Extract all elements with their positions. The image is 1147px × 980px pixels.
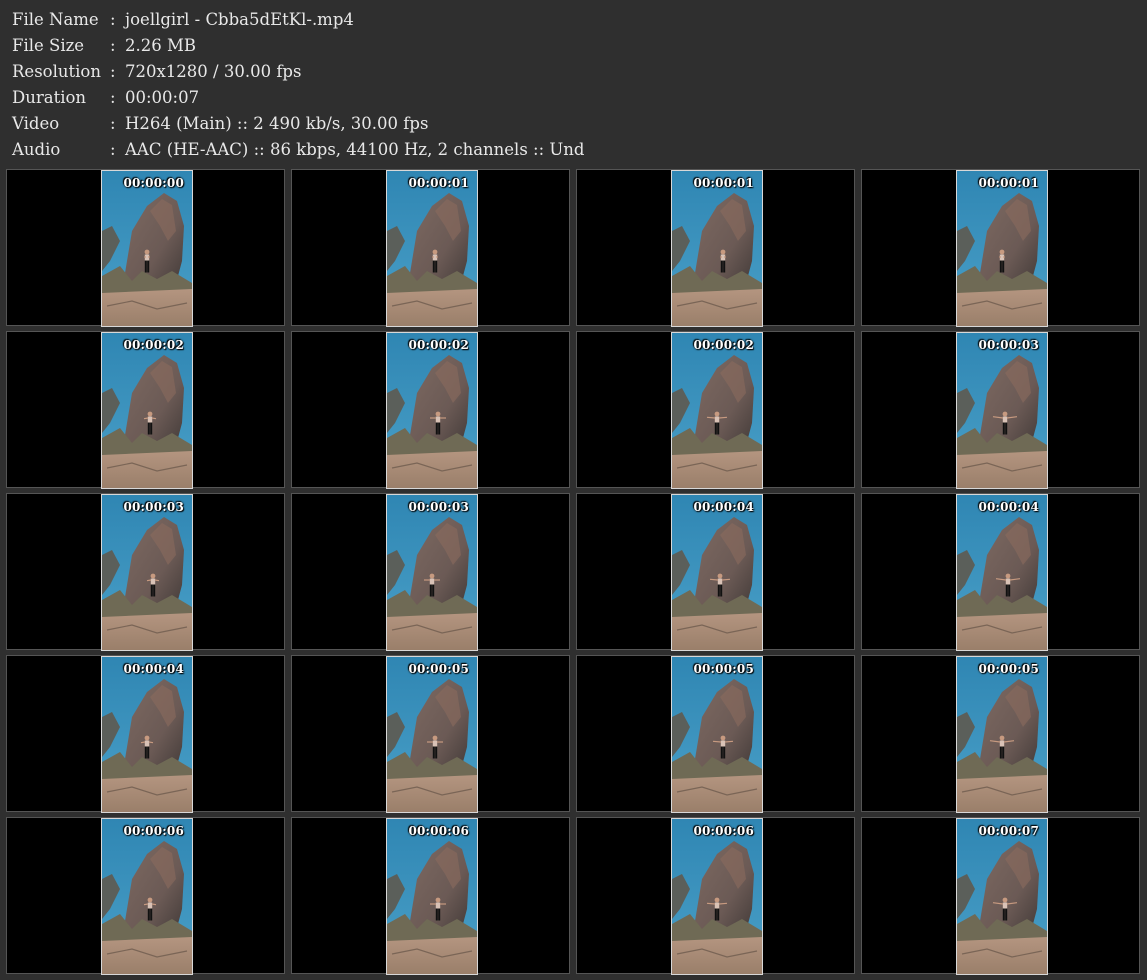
thumbnail-frame: 00:00:05 bbox=[956, 656, 1048, 813]
thumbnail-cell: 00:00:05 bbox=[576, 655, 855, 813]
video-frame-image bbox=[102, 819, 192, 974]
thumbnail-frame: 00:00:04 bbox=[671, 494, 763, 651]
video-frame-image bbox=[957, 171, 1047, 326]
thumbnail-frame: 00:00:06 bbox=[101, 818, 193, 975]
video-frame-image bbox=[387, 171, 477, 326]
video-frame-image bbox=[387, 657, 477, 812]
thumbnail-cell: 00:00:06 bbox=[576, 817, 855, 975]
thumbnail-frame: 00:00:02 bbox=[101, 332, 193, 489]
thumbnail-cell: 00:00:02 bbox=[576, 331, 855, 489]
frame-timestamp: 00:00:06 bbox=[123, 824, 184, 838]
thumbnail-cell: 00:00:04 bbox=[861, 493, 1140, 651]
video-frame-image bbox=[672, 495, 762, 650]
frame-timestamp: 00:00:05 bbox=[978, 662, 1039, 676]
thumbnail-cell: 00:00:06 bbox=[291, 817, 570, 975]
frame-timestamp: 00:00:00 bbox=[123, 176, 184, 190]
thumbnail-frame: 00:00:00 bbox=[101, 170, 193, 327]
thumbnail-cell: 00:00:03 bbox=[6, 493, 285, 651]
thumbnail-cell: 00:00:00 bbox=[6, 169, 285, 327]
thumbnail-frame: 00:00:04 bbox=[956, 494, 1048, 651]
frame-timestamp: 00:00:04 bbox=[978, 500, 1039, 514]
thumbnail-cell: 00:00:05 bbox=[861, 655, 1140, 813]
frame-timestamp: 00:00:05 bbox=[408, 662, 469, 676]
video-frame-image bbox=[672, 171, 762, 326]
frame-timestamp: 00:00:02 bbox=[408, 338, 469, 352]
video-frame-image bbox=[387, 333, 477, 488]
thumbnail-cell: 00:00:04 bbox=[576, 493, 855, 651]
frame-timestamp: 00:00:02 bbox=[123, 338, 184, 352]
frame-timestamp: 00:00:01 bbox=[978, 176, 1039, 190]
frame-timestamp: 00:00:03 bbox=[408, 500, 469, 514]
thumbnail-frame: 00:00:01 bbox=[386, 170, 478, 327]
thumbnail-frame: 00:00:03 bbox=[956, 332, 1048, 489]
thumbnail-frame: 00:00:03 bbox=[101, 494, 193, 651]
thumbnail-cell: 00:00:02 bbox=[291, 331, 570, 489]
video-frame-image bbox=[672, 819, 762, 974]
video-frame-image bbox=[102, 495, 192, 650]
video-frame-image bbox=[957, 333, 1047, 488]
thumbnail-cell: 00:00:03 bbox=[861, 331, 1140, 489]
frame-timestamp: 00:00:04 bbox=[693, 500, 754, 514]
thumbnail-frame: 00:00:06 bbox=[386, 818, 478, 975]
frame-timestamp: 00:00:06 bbox=[693, 824, 754, 838]
video-frame-image bbox=[672, 657, 762, 812]
video-frame-image bbox=[957, 657, 1047, 812]
video-frame-image bbox=[102, 657, 192, 812]
thumbnail-cell: 00:00:01 bbox=[861, 169, 1140, 327]
thumbnail-frame: 00:00:06 bbox=[671, 818, 763, 975]
video-frame-image bbox=[957, 495, 1047, 650]
frame-timestamp: 00:00:03 bbox=[978, 338, 1039, 352]
thumbnail-frame: 00:00:05 bbox=[386, 656, 478, 813]
thumbnail-cell: 00:00:02 bbox=[6, 331, 285, 489]
thumbnail-frame: 00:00:02 bbox=[671, 332, 763, 489]
video-frame-image bbox=[102, 171, 192, 326]
thumbnail-cell: 00:00:01 bbox=[291, 169, 570, 327]
thumbnail-cell: 00:00:04 bbox=[6, 655, 285, 813]
thumbnail-frame: 00:00:01 bbox=[956, 170, 1048, 327]
video-frame-image bbox=[387, 819, 477, 974]
thumbnail-grid: 00:00:00 00:00:01 00:00:01 00:00:01 00:0… bbox=[0, 0, 1147, 980]
thumbnail-frame: 00:00:05 bbox=[671, 656, 763, 813]
frame-timestamp: 00:00:05 bbox=[693, 662, 754, 676]
frame-timestamp: 00:00:01 bbox=[693, 176, 754, 190]
thumbnail-cell: 00:00:05 bbox=[291, 655, 570, 813]
thumbnail-frame: 00:00:03 bbox=[386, 494, 478, 651]
video-frame-image bbox=[672, 333, 762, 488]
video-frame-image bbox=[102, 333, 192, 488]
thumbnail-cell: 00:00:03 bbox=[291, 493, 570, 651]
frame-timestamp: 00:00:01 bbox=[408, 176, 469, 190]
frame-timestamp: 00:00:04 bbox=[123, 662, 184, 676]
frame-timestamp: 00:00:07 bbox=[978, 824, 1039, 838]
frame-timestamp: 00:00:02 bbox=[693, 338, 754, 352]
thumbnail-frame: 00:00:07 bbox=[956, 818, 1048, 975]
thumbnail-frame: 00:00:04 bbox=[101, 656, 193, 813]
frame-timestamp: 00:00:03 bbox=[123, 500, 184, 514]
thumbnail-frame: 00:00:01 bbox=[671, 170, 763, 327]
thumbnail-cell: 00:00:01 bbox=[576, 169, 855, 327]
video-frame-image bbox=[957, 819, 1047, 974]
thumbnail-cell: 00:00:07 bbox=[861, 817, 1140, 975]
thumbnail-cell: 00:00:06 bbox=[6, 817, 285, 975]
video-frame-image bbox=[387, 495, 477, 650]
thumbnail-frame: 00:00:02 bbox=[386, 332, 478, 489]
frame-timestamp: 00:00:06 bbox=[408, 824, 469, 838]
